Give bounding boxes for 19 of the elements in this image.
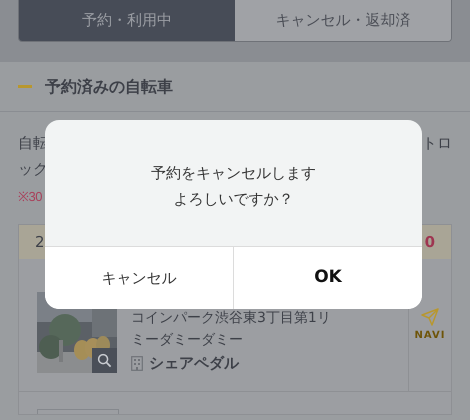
search-icon [97, 353, 112, 368]
dialog-message: よろしいですか？ [174, 189, 294, 210]
search-button[interactable] [92, 348, 117, 373]
tab[interactable]: キャンセル・返却済 [235, 0, 451, 41]
dialog-message: 予約をキャンセルします [151, 163, 316, 184]
notice-text: トロ [422, 133, 452, 154]
address-text: コインパーク渋谷東3丁目第1リ [131, 309, 332, 328]
ok-button[interactable]: OK [233, 247, 422, 309]
notice-text: ック [18, 159, 48, 180]
building-icon [131, 356, 143, 370]
operator-name: シェアペダル [149, 353, 239, 374]
address-text: ミーダミーダミー [131, 331, 244, 350]
warning-text: ※30 [18, 189, 42, 204]
navi-label[interactable]: NAVI [414, 328, 446, 342]
tab[interactable]: 予約・利用中 [19, 0, 235, 41]
heading-marker [18, 85, 32, 88]
section-title: 予約済みの自転車 [45, 76, 173, 98]
card-header-text: 0 [424, 232, 435, 253]
card-header-text: 2 [35, 232, 45, 253]
